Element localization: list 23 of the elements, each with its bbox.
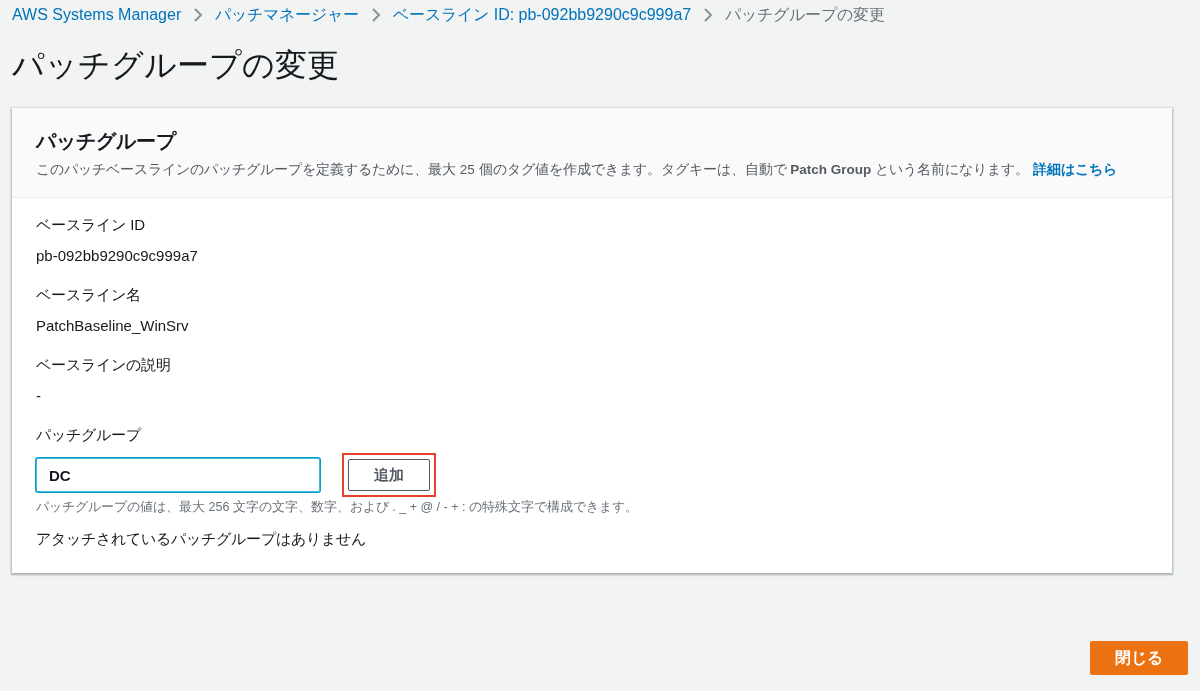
empty-message: アタッチされているパッチグループはありません (36, 530, 367, 549)
field-label: パッチグループ (36, 426, 143, 445)
breadcrumb-link[interactable]: ベースライン ID: pb-092bb9290c9c999a7 (393, 4, 692, 26)
panel-title: パッチグループ (36, 129, 178, 154)
page-title: パッチグループの変更 (12, 46, 340, 85)
close-button[interactable]: 閉じる (1090, 641, 1188, 675)
field-value: pb-092bb9290c9c999a7 (36, 247, 198, 264)
field-value: - (36, 387, 41, 404)
add-button[interactable]: 追加 (348, 459, 430, 491)
hint-text: パッチグループの値は、最大 256 文字の文字、数字、および . _ + @ / - + : の特殊文字で構成できます。 (36, 499, 639, 516)
patch-group-input[interactable]: DC (36, 458, 320, 492)
chevron-icon (371, 7, 382, 23)
field-label: ベースライン ID (36, 216, 146, 235)
field-label: ベースライン名 (36, 286, 141, 305)
panel-description: このパッチベースラインのパッチグループを定義するために、最大 25 個のタグ値を作成できます。タグキーは、自動で Patch Group という名前になります。 詳細はこちら (36, 161, 1118, 179)
field-value: PatchBaseline_WinSrv (36, 317, 189, 334)
field-label: ベースラインの説明 (36, 356, 171, 375)
breadcrumb-link[interactable]: AWS Systems Manager (12, 6, 182, 24)
info-link[interactable]: 詳細はこちら (1032, 162, 1117, 177)
chevron-icon (193, 7, 204, 23)
breadcrumb-current: パッチグループの変更 (725, 4, 886, 25)
breadcrumb-link[interactable]: パッチマネージャー (215, 4, 360, 26)
chevron-icon (703, 7, 714, 23)
